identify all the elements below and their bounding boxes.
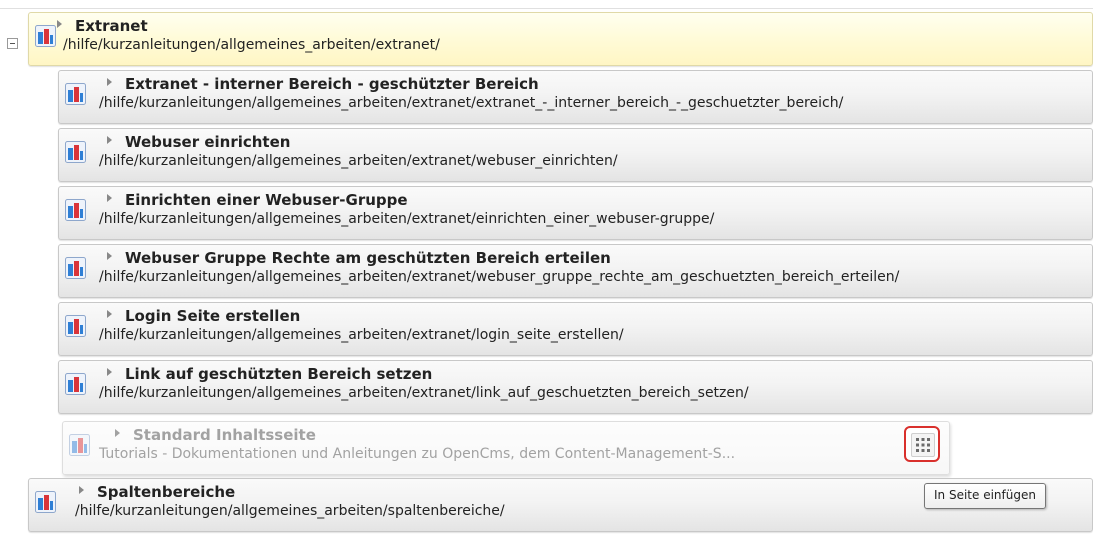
page-type-icon [65, 199, 86, 221]
page-type-icon [65, 257, 86, 279]
tree-item-path: Tutorials - Dokumentationen und Anleitun… [99, 446, 736, 462]
tree-item-path: /hilfe/kurzanleitungen/allgemeines_arbei… [99, 385, 749, 401]
tree-item-path: /hilfe/kurzanleitungen/allgemeines_arbei… [99, 327, 624, 343]
tree-item-title: Standard Inhaltsseite [115, 426, 316, 444]
tree-item-link-geschuetzter-bereich[interactable]: Link auf geschützten Bereich setzen /hil… [58, 360, 1093, 414]
triangle-right-icon[interactable] [107, 136, 112, 144]
triangle-right-icon[interactable] [107, 78, 112, 86]
insert-in-page-button[interactable] [904, 426, 940, 462]
page-type-icon [65, 83, 86, 105]
top-separator [0, 0, 1093, 9]
tree-item-title: Webuser einrichten [107, 133, 290, 151]
triangle-right-icon[interactable] [107, 194, 112, 202]
tree-item-extranet-interner-bereich[interactable]: Extranet - interner Bereich - geschützte… [58, 70, 1093, 124]
tree-item-login-seite-erstellen[interactable]: Login Seite erstellen /hilfe/kurzanleitu… [58, 302, 1093, 356]
tree-item-einrichten-webuser-gruppe[interactable]: Einrichten einer Webuser-Gruppe /hilfe/k… [58, 186, 1093, 240]
tree-item-title: Extranet [57, 17, 148, 35]
tree-item-webuser-einrichten[interactable]: Webuser einrichten /hilfe/kurzanleitunge… [58, 128, 1093, 182]
tree-item-webuser-gruppe-rechte[interactable]: Webuser Gruppe Rechte am geschützten Ber… [58, 244, 1093, 298]
tree-item-title: Login Seite erstellen [107, 307, 300, 325]
tree-item-path: /hilfe/kurzanleitungen/allgemeines_arbei… [63, 37, 440, 53]
triangle-right-icon[interactable] [107, 252, 112, 260]
tree-item-extranet[interactable]: Extranet /hilfe/kurzanleitungen/allgemei… [28, 12, 1093, 66]
page-type-icon [35, 25, 56, 47]
triangle-right-icon[interactable] [107, 310, 112, 318]
collapse-icon[interactable] [7, 38, 18, 49]
tree-item-title: Link auf geschützten Bereich setzen [107, 365, 432, 383]
triangle-right-icon[interactable] [79, 486, 84, 494]
page-type-icon [65, 141, 86, 163]
grid-dots-icon [911, 433, 935, 457]
tree-item-path: /hilfe/kurzanleitungen/allgemeines_arbei… [99, 95, 844, 111]
page-type-icon [65, 373, 86, 395]
tree-item-path: /hilfe/kurzanleitungen/allgemeines_arbei… [99, 269, 900, 285]
page-type-icon [35, 491, 56, 513]
tree-item-title: Spaltenbereiche [79, 483, 235, 501]
tree-item-path: /hilfe/kurzanleitungen/allgemeines_arbei… [99, 153, 618, 169]
page-type-icon [65, 315, 86, 337]
triangle-right-icon[interactable] [107, 368, 112, 376]
tree-item-path: /hilfe/kurzanleitungen/allgemeines_arbei… [75, 503, 505, 519]
tooltip-insert-in-page: In Seite einfügen [924, 483, 1046, 509]
tree-item-title: Webuser Gruppe Rechte am geschützten Ber… [107, 249, 611, 267]
tree-item-dragged-standard-inhaltsseite[interactable]: Standard Inhaltsseite Tutorials - Dokume… [62, 421, 950, 475]
tree-item-title: Extranet - interner Bereich - geschützte… [107, 75, 539, 93]
tree-item-path: /hilfe/kurzanleitungen/allgemeines_arbei… [99, 211, 715, 227]
tree-item-title: Einrichten einer Webuser-Gruppe [107, 191, 408, 209]
triangle-right-icon[interactable] [115, 429, 120, 437]
page-type-icon [69, 434, 90, 456]
triangle-right-icon[interactable] [57, 20, 62, 28]
